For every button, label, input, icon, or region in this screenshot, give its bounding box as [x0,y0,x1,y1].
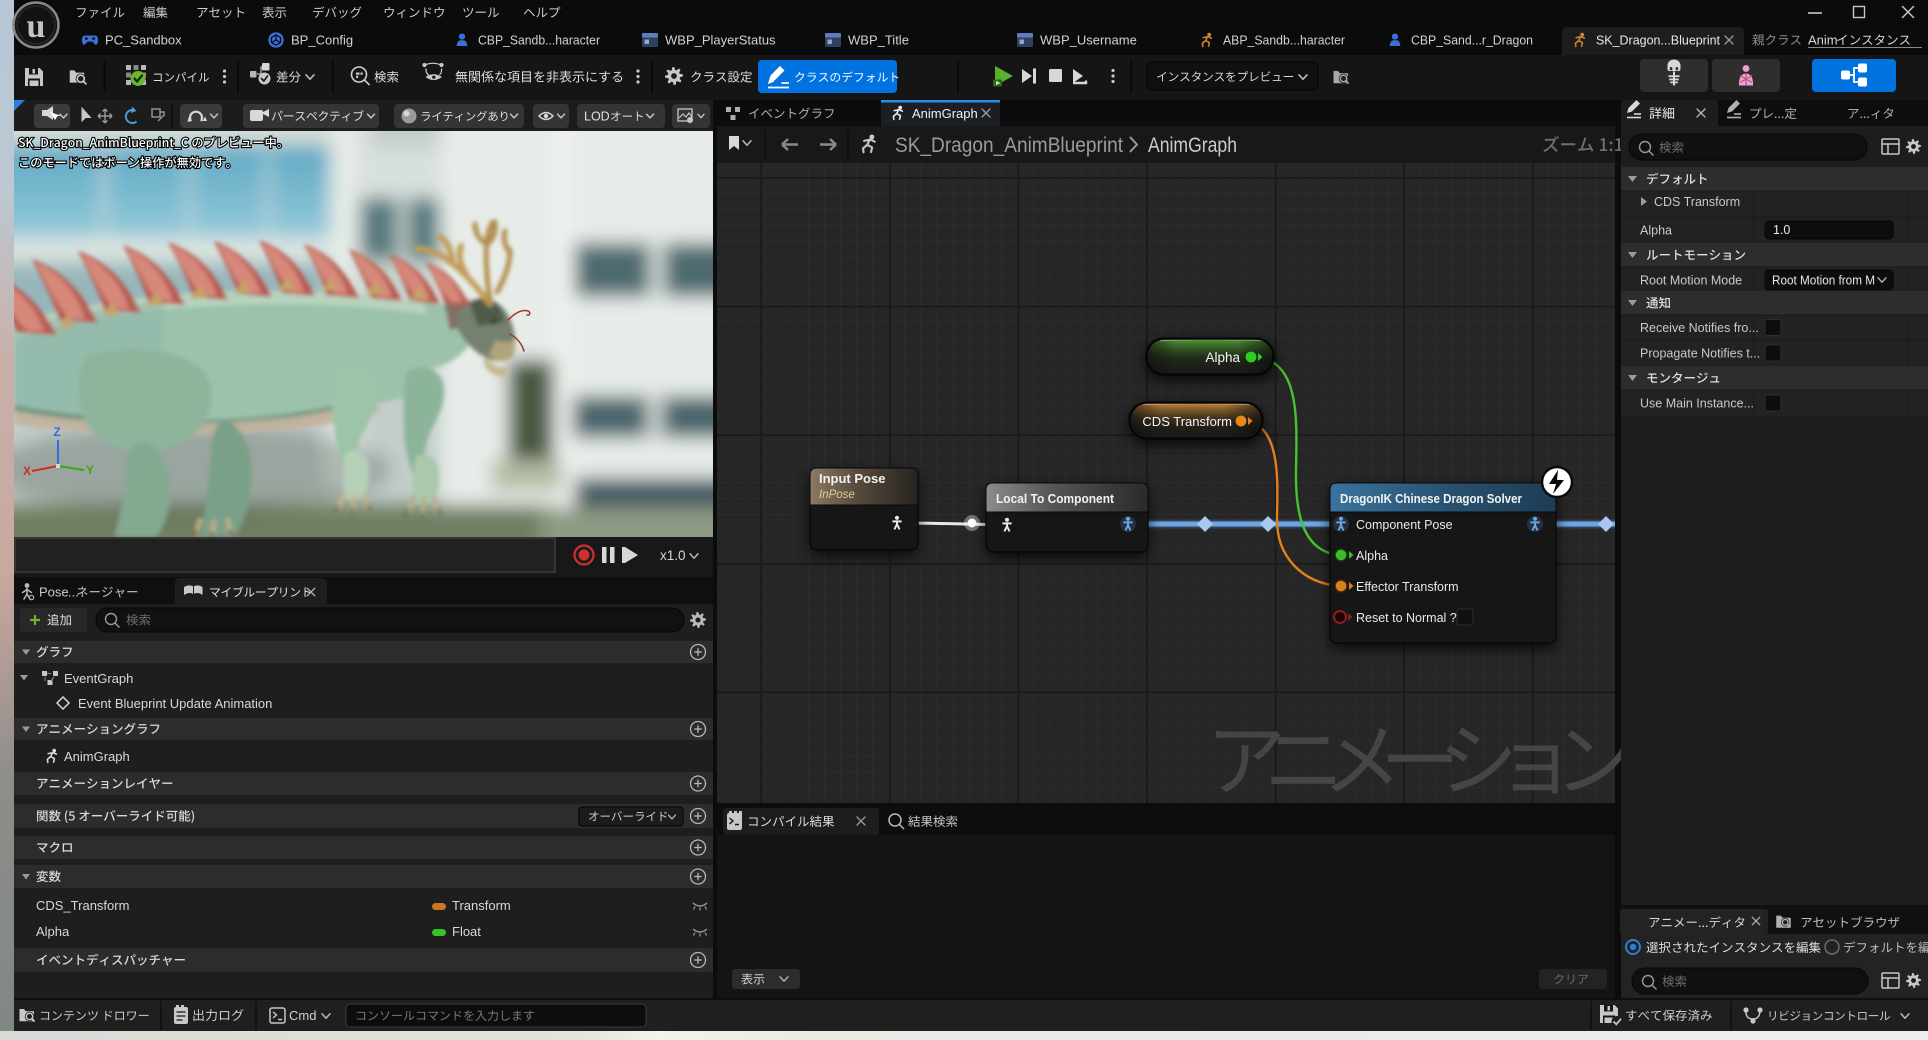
svg-text:ABP_Sandb...haracter: ABP_Sandb...haracter [1223,33,1346,48]
svg-text:SK_Dragon_AnimBlueprint: SK_Dragon_AnimBlueprint [895,134,1123,157]
svg-text:Alpha: Alpha [1205,350,1240,365]
svg-text:WBP_Title: WBP_Title [848,33,909,48]
svg-text:Reset to Normal ?: Reset to Normal ? [1356,611,1457,625]
svg-text:1.0: 1.0 [1773,223,1790,237]
svg-text:BP_Config: BP_Config [291,33,353,48]
svg-text:AnimGraph: AnimGraph [1148,134,1237,157]
svg-text:Z: Z [53,425,60,439]
svg-text:...: ... [68,585,79,600]
svg-text:Y: Y [86,463,94,477]
svg-text:EventGraph: EventGraph [64,671,133,686]
svg-text:Effector Transform: Effector Transform [1356,580,1459,594]
svg-text:X: X [23,464,31,478]
svg-text:Local To Component: Local To Component [996,491,1115,506]
svg-text:u: u [27,8,46,45]
svg-text:x1.0: x1.0 [660,548,686,563]
svg-text:InPose: InPose [819,489,855,501]
svg-text:Pose: Pose [39,585,69,600]
svg-text:Cmd: Cmd [289,1008,316,1023]
svg-text:Alpha: Alpha [1640,224,1672,238]
svg-text:CDS Transform: CDS Transform [1654,195,1740,209]
svg-text:Float: Float [452,924,481,939]
svg-text:Alpha: Alpha [1356,549,1388,563]
svg-text:Root Motion Mode: Root Motion Mode [1640,274,1742,288]
svg-text:SK_Dragon...Blueprint: SK_Dragon...Blueprint [1596,33,1720,48]
svg-text:LOD: LOD [584,110,610,124]
svg-text:Event Blueprint Update Animati: Event Blueprint Update Animation [78,696,272,711]
svg-text:WBP_PlayerStatus: WBP_PlayerStatus [665,33,776,48]
svg-text:AnimGraph: AnimGraph [912,106,978,121]
svg-text:Alpha: Alpha [36,924,70,939]
svg-text:Transform: Transform [452,898,511,913]
svg-text:Receive Notifies fro...: Receive Notifies fro... [1640,321,1759,335]
svg-text:CBP_Sand...r_Dragon: CBP_Sand...r_Dragon [1411,33,1533,48]
svg-text:Use Main Instance...: Use Main Instance... [1640,397,1754,411]
svg-text:Anim: Anim [1808,33,1838,48]
svg-text:PC_Sandbox: PC_Sandbox [105,33,182,48]
svg-text:CBP_Sandb...haracter: CBP_Sandb...haracter [478,33,601,48]
svg-text:DragonIK Chinese Dragon Solver: DragonIK Chinese Dragon Solver [1340,492,1522,506]
svg-text:CDS Transform: CDS Transform [1142,414,1232,429]
svg-text:Root Motion from M: Root Motion from M [1772,274,1875,288]
svg-text:Propagate Notifies t...: Propagate Notifies t... [1640,347,1760,361]
svg-text:Component Pose: Component Pose [1356,518,1453,532]
svg-text:AnimGraph: AnimGraph [64,749,130,764]
svg-text:CDS_Transform: CDS_Transform [36,898,129,913]
svg-text:Input Pose: Input Pose [819,471,885,486]
svg-text:WBP_Username: WBP_Username [1040,33,1137,48]
